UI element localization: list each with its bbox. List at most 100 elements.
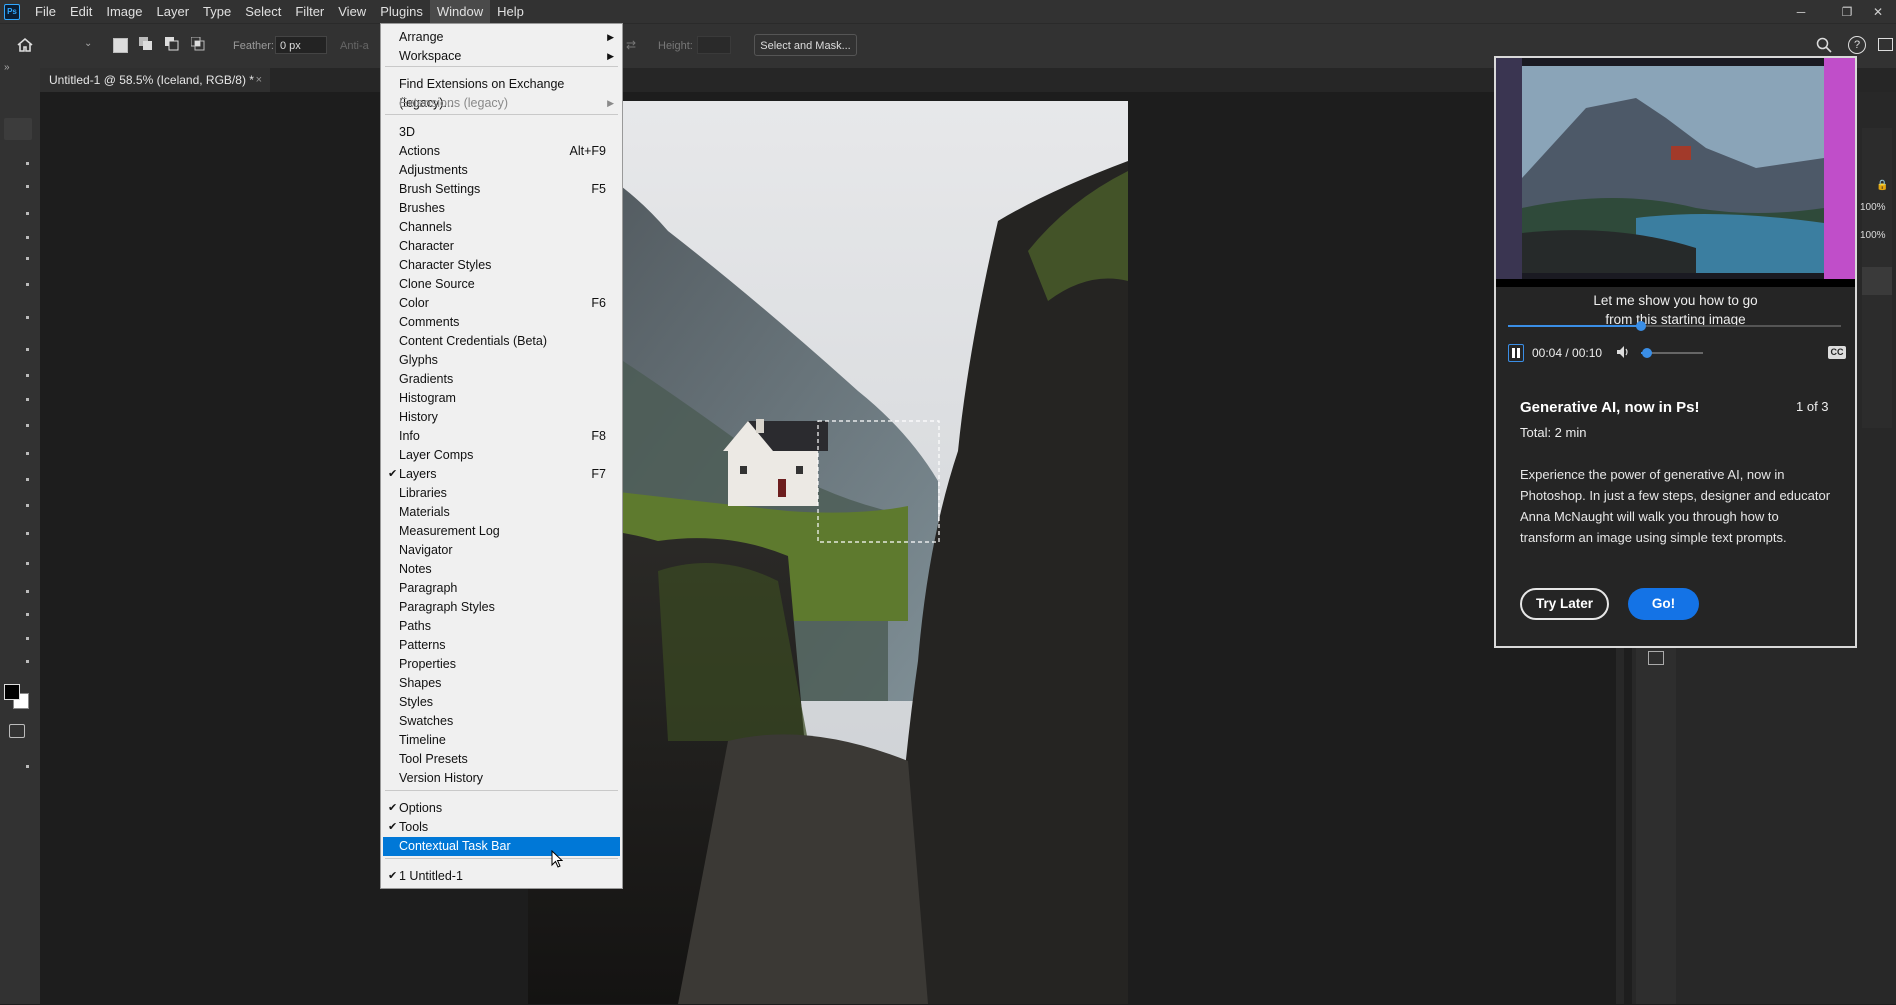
type-tool-icon[interactable]	[26, 590, 29, 593]
pen-tool-icon[interactable]	[26, 562, 29, 565]
window-menu-item-navigator[interactable]: Navigator	[383, 541, 620, 560]
quick-select-tool-icon[interactable]	[26, 236, 29, 239]
window-menu-item-paragraph-styles[interactable]: Paragraph Styles	[383, 598, 620, 617]
window-menu-item-color[interactable]: Color F6	[383, 294, 620, 313]
workspace-icon[interactable]	[1878, 38, 1893, 51]
menu-layer[interactable]: Layer	[150, 0, 197, 23]
go-button[interactable]: Go!	[1628, 588, 1699, 620]
window-menu-item-comments[interactable]: Comments	[383, 313, 620, 332]
brush-tool-icon[interactable]	[26, 374, 29, 377]
feather-input[interactable]: 0 px	[275, 36, 327, 54]
new-selection-icon[interactable]	[113, 38, 128, 53]
history-brush-tool-icon[interactable]	[26, 424, 29, 427]
window-menu-item-3d[interactable]: 3D	[383, 123, 620, 142]
crop-tool-icon[interactable]	[26, 257, 29, 260]
window-menu-item-measurement-log[interactable]: Measurement Log	[383, 522, 620, 541]
window-menu-item-version-history[interactable]: Version History	[383, 769, 620, 788]
add-to-selection-icon[interactable]	[139, 37, 153, 51]
window-menu-item-swatches[interactable]: Swatches	[383, 712, 620, 731]
window-menu-item-clone-source[interactable]: Clone Source	[383, 275, 620, 294]
video-progress-track[interactable]	[1508, 321, 1841, 331]
help-icon[interactable]: ?	[1848, 36, 1866, 54]
menu-help[interactable]: Help	[490, 0, 531, 23]
volume-slider[interactable]	[1641, 348, 1703, 358]
marquee-tool-icon[interactable]	[26, 185, 29, 188]
lasso-tool-icon[interactable]	[26, 212, 29, 215]
minimize-icon[interactable]: ─	[1778, 0, 1824, 23]
window-menu-item-properties[interactable]: Properties	[383, 655, 620, 674]
panel-image-icon[interactable]	[1648, 651, 1664, 665]
window-menu-item-1-untitled-1[interactable]: ✔ 1 Untitled-1	[383, 867, 620, 886]
lock-icon[interactable]: 🔒	[1876, 180, 1888, 191]
path-select-tool-icon[interactable]	[26, 613, 29, 616]
window-menu-item-layer-comps[interactable]: Layer Comps	[383, 446, 620, 465]
window-menu-item-contextual-task-bar[interactable]: Contextual Task Bar	[383, 837, 620, 856]
menu-select[interactable]: Select	[238, 0, 288, 23]
gradient-tool-icon[interactable]	[26, 478, 29, 481]
intersect-selection-icon[interactable]	[190, 36, 205, 51]
document-tab[interactable]: Untitled-1 @ 58.5% (Iceland, RGB/8) * ×	[40, 68, 270, 92]
volume-handle[interactable]	[1642, 348, 1653, 358]
window-menu-item-gradients[interactable]: Gradients	[383, 370, 620, 389]
healing-tool-icon[interactable]	[26, 348, 29, 351]
fill-value[interactable]: 100%	[1860, 230, 1886, 241]
foreground-color-swatch[interactable]	[4, 684, 20, 700]
pause-button[interactable]	[1508, 344, 1524, 362]
window-menu-item-adjustments[interactable]: Adjustments	[383, 161, 620, 180]
window-menu-item-channels[interactable]: Channels	[383, 218, 620, 237]
close-icon[interactable]: ✕	[1860, 0, 1896, 23]
height-input[interactable]	[697, 36, 731, 54]
window-menu-item-layers[interactable]: ✔ Layers F7	[383, 465, 620, 484]
window-menu-item-timeline[interactable]: Timeline	[383, 731, 620, 750]
dodge-tool-icon[interactable]	[26, 532, 29, 535]
eyedropper-tool-icon[interactable]	[26, 316, 29, 319]
swap-dimensions-icon[interactable]: ⇄	[626, 38, 636, 52]
window-menu-item-histogram[interactable]: Histogram	[383, 389, 620, 408]
active-tool-button[interactable]	[4, 118, 32, 140]
window-menu-item-paragraph[interactable]: Paragraph	[383, 579, 620, 598]
frame-tool-icon[interactable]	[26, 283, 29, 286]
menu-image[interactable]: Image	[99, 0, 149, 23]
menu-filter[interactable]: Filter	[288, 0, 331, 23]
opacity-value[interactable]: 100%	[1860, 202, 1886, 213]
closed-captions-button[interactable]: CC	[1828, 346, 1846, 359]
clone-stamp-tool-icon[interactable]	[26, 398, 29, 401]
select-and-mask-button[interactable]: Select and Mask...	[754, 34, 857, 56]
video-player[interactable]	[1496, 58, 1855, 287]
move-tool-icon[interactable]	[26, 162, 29, 165]
window-menu-item-actions[interactable]: Actions Alt+F9	[383, 142, 620, 161]
window-menu-item-character[interactable]: Character	[383, 237, 620, 256]
eraser-tool-icon[interactable]	[26, 452, 29, 455]
window-menu-item-notes[interactable]: Notes	[383, 560, 620, 579]
window-menu-item-history[interactable]: History	[383, 408, 620, 427]
window-menu-item-arrange[interactable]: Arrange ▶	[383, 28, 620, 47]
edit-toolbar-icon[interactable]	[26, 765, 29, 768]
video-progress-handle[interactable]	[1636, 321, 1647, 331]
window-menu-item-shapes[interactable]: Shapes	[383, 674, 620, 693]
try-later-button[interactable]: Try Later	[1520, 588, 1609, 620]
window-menu-item-materials[interactable]: Materials	[383, 503, 620, 522]
window-menu-item-patterns[interactable]: Patterns	[383, 636, 620, 655]
volume-icon[interactable]	[1616, 345, 1630, 359]
window-menu-item-brush-settings[interactable]: Brush Settings F5	[383, 180, 620, 199]
search-icon[interactable]	[1816, 37, 1832, 53]
menu-window[interactable]: Window	[429, 0, 491, 23]
window-menu-item-tools[interactable]: ✔ Tools	[383, 818, 620, 837]
window-menu-item-brushes[interactable]: Brushes	[383, 199, 620, 218]
window-menu-item-tool-presets[interactable]: Tool Presets	[383, 750, 620, 769]
menu-plugins[interactable]: Plugins	[373, 0, 430, 23]
window-menu-item-libraries[interactable]: Libraries	[383, 484, 620, 503]
menu-edit[interactable]: Edit	[63, 0, 99, 23]
window-menu-item-glyphs[interactable]: Glyphs	[383, 351, 620, 370]
shape-tool-icon[interactable]	[26, 637, 29, 640]
tool-preset-picker[interactable]: ⌄	[62, 34, 96, 56]
window-menu-item-find-extensions-on-exchange-legacy[interactable]: Find Extensions on Exchange (legacy)...	[383, 75, 620, 110]
window-menu-item-workspace[interactable]: Workspace ▶	[383, 47, 620, 66]
close-tab-icon[interactable]: ×	[256, 68, 262, 92]
hand-tool-icon[interactable]	[26, 660, 29, 663]
menu-type[interactable]: Type	[196, 0, 238, 23]
menu-view[interactable]: View	[331, 0, 373, 23]
blur-tool-icon[interactable]	[26, 504, 29, 507]
window-menu-item-styles[interactable]: Styles	[383, 693, 620, 712]
subtract-from-selection-icon[interactable]	[165, 37, 179, 51]
